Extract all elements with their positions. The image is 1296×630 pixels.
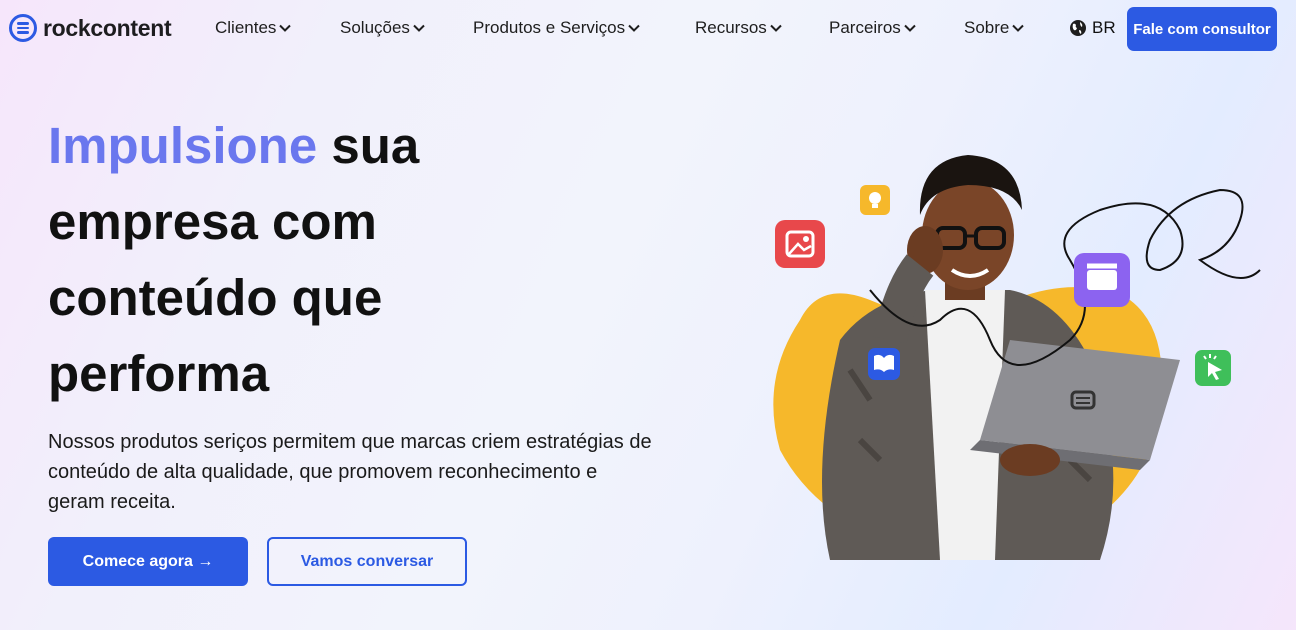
image-icon [775,220,825,268]
nav-item-label: Produtos e Serviços [473,18,626,37]
hero-illustration [773,155,1261,560]
language-selector[interactable]: BR [1069,18,1116,38]
brand-name: rockcontent [43,14,172,41]
nav-item-clientes[interactable]: Clientes [215,18,292,38]
chevron-down-icon [413,24,425,32]
headline-line1-rest: sua [317,117,420,174]
nav-item-label: Recursos [695,18,767,37]
nav-item-produtos[interactable]: Produtos e Serviços [473,18,641,38]
lets-talk-button[interactable]: Vamos conversar [267,537,467,586]
nav-item-label: Soluções [340,18,410,37]
top-navigation: rockcontent Clientes Soluções Produtos e… [0,0,1296,58]
headline-line4: performa [48,345,270,402]
nav-item-label: Sobre [964,18,1010,37]
chevron-down-icon [628,24,640,32]
nav-item-parceiros[interactable]: Parceiros [829,18,917,38]
lightbulb-icon [860,185,890,215]
chevron-down-icon [279,24,292,32]
hero-subtitle: Nossos produtos seriços permitem que mar… [48,431,652,513]
logo[interactable]: rockcontent [9,14,172,42]
logo-icon [9,14,37,42]
language-label: BR [1092,18,1116,37]
nav-item-label: Clientes [215,18,277,37]
chevron-down-icon [1012,24,1025,32]
headline-line3: conteúdo que [48,269,383,326]
contact-consultant-button[interactable]: Fale com consultor [1127,7,1277,51]
nav-item-solucoes[interactable]: Soluções [340,18,426,38]
start-now-button[interactable]: Comece agora → [48,537,248,586]
book-icon [868,348,900,380]
clapperboard-icon [1074,253,1130,307]
chevron-down-icon [904,24,916,32]
globe-icon [1070,20,1086,36]
nav-item-recursos[interactable]: Recursos [695,18,783,38]
nav-item-label: Parceiros [829,18,901,37]
headline-line2: empresa com [48,193,377,250]
chevron-down-icon [770,24,782,32]
headline-accent: Impulsione [48,117,318,174]
nav-item-sobre[interactable]: Sobre [964,18,1025,38]
cursor-click-icon [1195,350,1231,386]
hero-headline: Impulsione sua empresa com conteúdo que … [48,108,419,412]
